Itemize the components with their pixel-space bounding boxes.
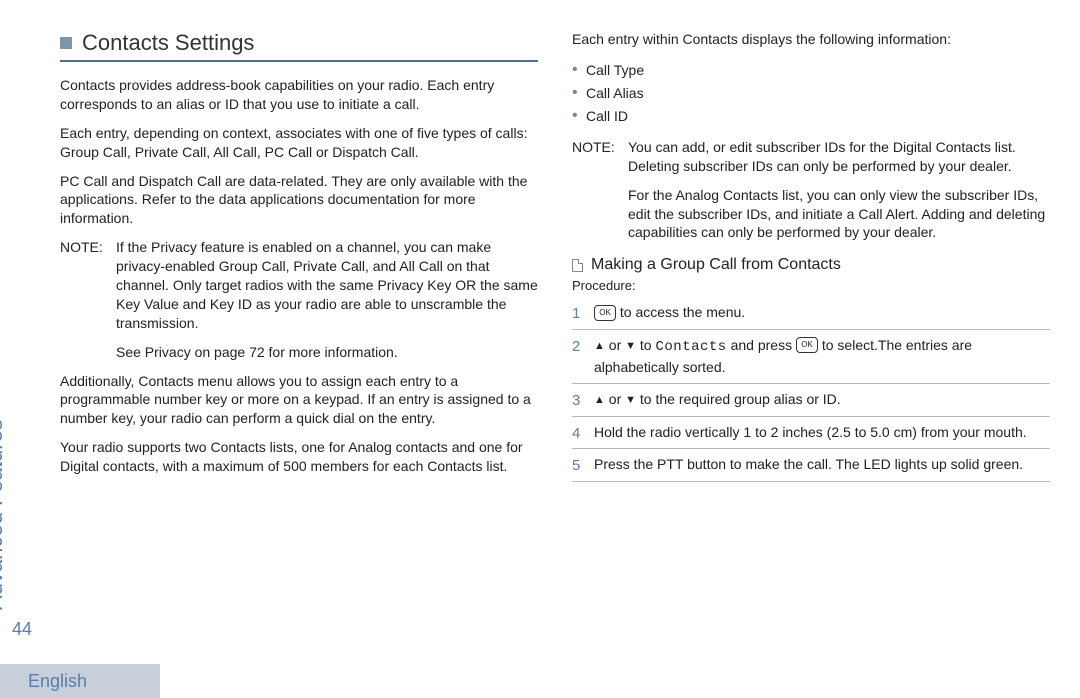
step-text: to the required group alias or ID. [636,391,841,407]
section-title: Contacts Settings [82,30,254,56]
note-text: You can add, or edit subscriber IDs for … [628,139,1016,174]
step-text: to access the menu. [616,304,745,320]
menu-target: Contacts [655,339,726,355]
paragraph: Each entry within Contacts displays the … [572,30,1050,49]
left-margin: Advanced Features 44 [0,30,60,640]
note-text: For the Analog Contacts list, you can on… [628,186,1050,243]
square-bullet-icon [60,37,72,49]
page-number: 44 [12,619,32,640]
step-text: or [605,391,625,407]
procedure-label: Procedure: [572,278,1050,293]
note-body: If the Privacy feature is enabled on a c… [116,238,538,361]
menu-ok-key-icon: OK [594,305,616,321]
language-label: English [28,671,87,692]
down-arrow-icon: ▼ [625,395,636,406]
step-item: ▲ or ▼ to the required group alias or ID… [572,384,1050,417]
right-column: Each entry within Contacts displays the … [572,30,1050,640]
paragraph: Contacts provides address-book capabilit… [60,76,538,114]
paragraph: Your radio supports two Contacts lists, … [60,438,538,476]
up-arrow-icon: ▲ [594,341,605,352]
section-label-vertical: Advanced Features [0,419,8,610]
note-label: NOTE: [572,138,628,242]
menu-ok-key-icon: OK [796,337,818,353]
note-label: NOTE: [60,238,116,361]
down-arrow-icon: ▼ [625,341,636,352]
subheading: Making a Group Call from Contacts [572,256,1050,274]
note-text: If the Privacy feature is enabled on a c… [116,239,538,331]
step-item: ▲ or ▼ to Contacts and press OK to selec… [572,330,1050,384]
note-block: NOTE: You can add, or edit subscriber ID… [572,138,1050,242]
bullet-list: Call Type Call Alias Call ID [572,59,1050,128]
step-text: to [636,337,655,353]
list-item: Call ID [572,105,1050,128]
paragraph: Each entry, depending on context, associ… [60,124,538,162]
step-item: OK to access the menu. [572,297,1050,330]
paragraph: PC Call and Dispatch Call are data-relat… [60,172,538,229]
list-item: Call Alias [572,82,1050,105]
page-icon [572,259,583,272]
note-body: You can add, or edit subscriber IDs for … [628,138,1050,242]
note-subtext: See Privacy on page 72 for more informat… [116,343,538,362]
step-text: Hold the radio vertically 1 to 2 inches … [594,424,1027,440]
step-item: Hold the radio vertically 1 to 2 inches … [572,417,1050,450]
page-body: Advanced Features 44 Contacts Settings C… [0,0,1080,640]
section-heading: Contacts Settings [60,30,538,62]
left-column: Contacts Settings Contacts provides addr… [60,30,538,640]
content-columns: Contacts Settings Contacts provides addr… [60,30,1050,640]
step-text: or [605,337,625,353]
step-text: and press [727,337,796,353]
list-item: Call Type [572,59,1050,82]
footer-language-bar: English [0,664,160,698]
subheading-text: Making a Group Call from Contacts [591,256,841,274]
step-text: Press the PTT button to make the call. T… [594,456,1023,472]
procedure-steps: OK to access the menu. ▲ or ▼ to Contact… [572,297,1050,482]
note-block: NOTE: If the Privacy feature is enabled … [60,238,538,361]
step-item: Press the PTT button to make the call. T… [572,449,1050,482]
up-arrow-icon: ▲ [594,395,605,406]
paragraph: Additionally, Contacts menu allows you t… [60,372,538,429]
